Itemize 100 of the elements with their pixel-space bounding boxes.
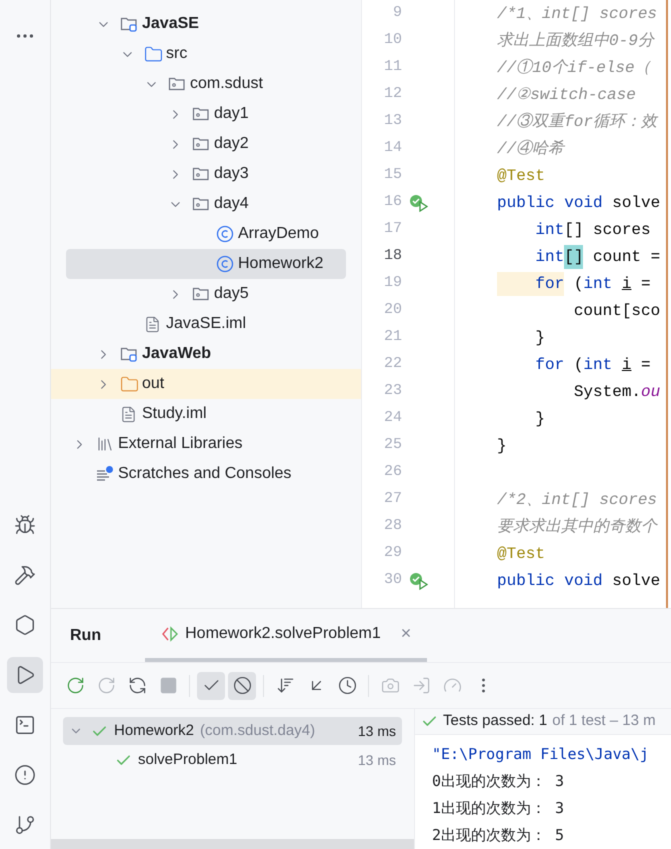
code-token: ( <box>572 274 584 294</box>
line-number: 21 <box>382 327 402 348</box>
tree-label: src <box>166 44 188 64</box>
line-number: 22 <box>382 354 402 374</box>
tab-label: Homework2.solveProblem1 <box>185 624 381 644</box>
test-passed-run-icon[interactable] <box>409 572 428 590</box>
tree-label: Study.iml <box>142 404 207 424</box>
line-number: 23 <box>382 381 402 402</box>
line-number: 13 <box>382 111 402 132</box>
code-token: public void <box>497 192 604 214</box>
code-token: count[sco <box>572 300 660 322</box>
tree-row[interactable]: src <box>51 39 361 69</box>
run-icon[interactable] <box>7 657 43 693</box>
code-token: } <box>534 328 546 348</box>
line-number: 25 <box>382 435 402 456</box>
code-token: i <box>622 354 632 376</box>
code-token: 求出上面数组中0-9分 <box>497 30 654 52</box>
line-number: 28 <box>382 516 402 536</box>
check-icon[interactable] <box>197 672 225 700</box>
class-icon <box>216 225 234 243</box>
tree-row[interactable]: day4 <box>51 189 361 219</box>
tree-label: External Libraries <box>118 434 242 454</box>
tree-row[interactable]: JavaSE.iml <box>51 309 361 339</box>
tree-row[interactable]: Homework2 <box>66 249 346 279</box>
tree-label: JavaWeb <box>142 344 212 364</box>
panel-title: Run <box>70 626 102 646</box>
line-number: 26 <box>382 462 402 482</box>
code-token: } <box>534 408 546 430</box>
line-number: 14 <box>382 138 402 158</box>
tree-row[interactable]: ArrayDemo <box>51 219 361 249</box>
line-number: 30 <box>382 570 402 590</box>
test-passed-run-icon[interactable] <box>409 194 428 212</box>
line-number: 17 <box>382 219 402 240</box>
line-number: 18 <box>382 246 402 266</box>
test-row[interactable]: Homework2 (com.sdust.day4) 13 ms <box>63 717 402 745</box>
code-token: @Test <box>497 166 546 186</box>
tree-label: ArrayDemo <box>238 224 319 244</box>
package-icon <box>168 75 186 93</box>
package-icon <box>192 105 210 123</box>
code-token: //②switch-case <box>497 84 636 106</box>
code-token: //③双重for循环：效 <box>497 112 658 132</box>
tree-label: day4 <box>214 194 249 214</box>
code-token: } <box>497 436 507 456</box>
code-token: i <box>622 274 632 294</box>
code-token: [] <box>564 244 584 268</box>
test-time: 13 ms <box>358 722 396 740</box>
package-icon <box>192 165 210 183</box>
code-token: for <box>497 272 564 296</box>
tree-row[interactable]: day3 <box>51 159 361 189</box>
tree-row[interactable]: JavaSE <box>51 9 361 39</box>
tree-row[interactable]: External Libraries <box>51 429 361 459</box>
file-icon <box>120 406 137 422</box>
test-icon <box>161 626 180 642</box>
line-number: 29 <box>382 543 402 564</box>
code-token: = <box>640 354 651 376</box>
tests-detail: of 1 test – 13 m <box>552 711 656 732</box>
code-token: @Test <box>497 544 546 564</box>
test-row[interactable]: solveProblem1 13 ms <box>63 745 402 775</box>
tree-row[interactable]: day5 <box>51 279 361 309</box>
code-token: 要求求出其中的奇数个 <box>497 516 657 538</box>
line-number: 20 <box>382 300 402 320</box>
code-token: count = <box>592 246 660 268</box>
tree-row[interactable]: com.sdust <box>51 69 361 99</box>
code-token: solve <box>612 570 660 592</box>
tree-row[interactable]: day2 <box>51 129 361 159</box>
tree-row[interactable]: JavaWeb <box>51 339 361 369</box>
line-number: 10 <box>382 30 402 50</box>
line-number: 27 <box>382 489 402 510</box>
tree-label: day5 <box>214 284 249 304</box>
code-token: public void <box>497 570 604 592</box>
code-token: //①10个if-else（ <box>497 58 651 78</box>
folder-icon <box>144 44 163 64</box>
ban-icon[interactable] <box>228 672 256 700</box>
folder-icon <box>120 374 139 394</box>
code-token: /*1、int[] scores <box>497 4 658 24</box>
package-icon <box>192 195 210 213</box>
console-line: "E:\Program Files\Java\j <box>432 744 650 766</box>
class-icon <box>216 255 234 273</box>
close-button[interactable]: × <box>400 620 412 647</box>
file-icon <box>144 316 161 332</box>
package-icon <box>192 135 210 153</box>
test-name: Homework2 <box>114 720 194 741</box>
package-icon <box>192 285 210 303</box>
line-number: 11 <box>382 57 402 78</box>
tree-row[interactable]: day1 <box>51 99 361 129</box>
scrollbar[interactable] <box>51 839 414 849</box>
code-token: solve <box>612 192 660 214</box>
test-time: 13 ms <box>358 750 396 770</box>
tree-row[interactable]: Study.iml <box>51 399 361 429</box>
run-tab[interactable]: Homework2.solveProblem1 × <box>145 609 428 662</box>
console-line: 2出现的次数为： 5 <box>432 825 566 846</box>
code-token: = <box>640 274 651 294</box>
tree-label: day3 <box>214 164 249 184</box>
tree-row[interactable]: Scratches and Consoles <box>51 459 361 489</box>
tree-label: Homework2 <box>238 254 324 274</box>
tests-passed-label: Tests passed: 1 <box>443 711 548 732</box>
library-icon <box>96 435 114 453</box>
tree-label: com.sdust <box>190 74 263 94</box>
code-token: int <box>583 274 614 294</box>
tree-row[interactable]: out <box>51 369 361 399</box>
